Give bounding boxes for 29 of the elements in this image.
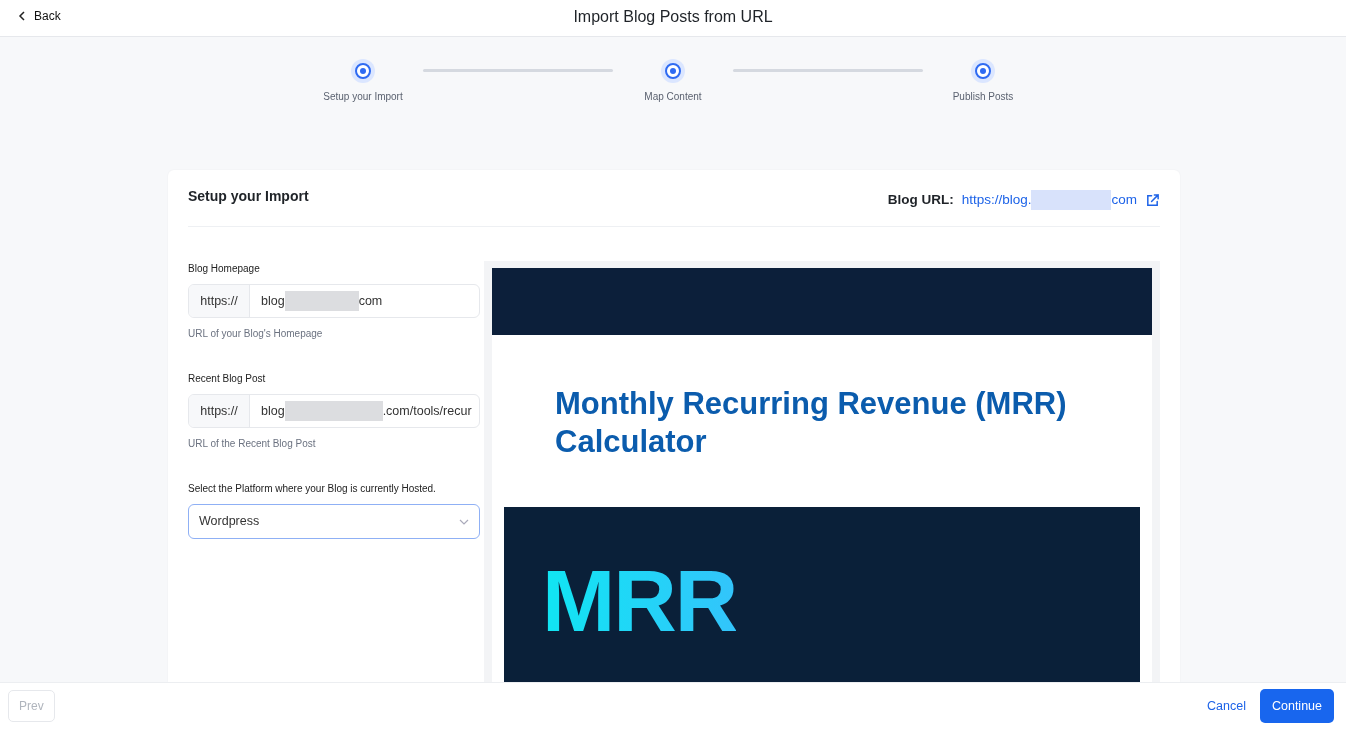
dropdown-chevron-icon [459,518,469,525]
article-heading: Monthly Recurring Revenue (MRR) Calculator [554,385,1068,461]
field-label: Select the Platform where your Blog is currently Hosted. [188,482,437,496]
url-input-field[interactable]: https:// blog .com/tools/recur [188,394,480,428]
step-label: Setup your Import [323,90,403,104]
url-input-field[interactable]: https:// blog com [188,284,480,318]
external-link-icon[interactable] [1145,192,1160,208]
section-title: Setup your Import [188,186,309,206]
field-label: Recent Blog Post [188,372,267,386]
field-value: blog [261,292,285,310]
step-label: Map Content [644,90,702,104]
page-title: Import Blog Posts from URL [573,6,773,27]
blog-url-label: Blog URL: [887,190,954,209]
field-value: blog [261,402,285,420]
field-value: .com/tools/recur [382,402,472,420]
help-text: URL of the Recent Blog Post [188,437,317,451]
cancel-button[interactable]: Cancel [1201,695,1252,717]
blog-url-link[interactable]: https://blog. com [961,189,1137,211]
back-button[interactable]: Back [0,7,61,25]
platform-select[interactable]: Wordpress [188,504,480,539]
field-value: com [358,292,383,310]
step-indicator [661,59,685,83]
continue-button[interactable]: Continue [1259,688,1334,724]
back-chevron-icon [18,11,26,21]
help-text: URL of your Blog's Homepage [188,327,324,341]
step-indicator [351,59,375,83]
field-label: Blog Homepage [188,262,261,276]
step-indicator [971,59,995,83]
step-label: Publish Posts [952,90,1014,104]
